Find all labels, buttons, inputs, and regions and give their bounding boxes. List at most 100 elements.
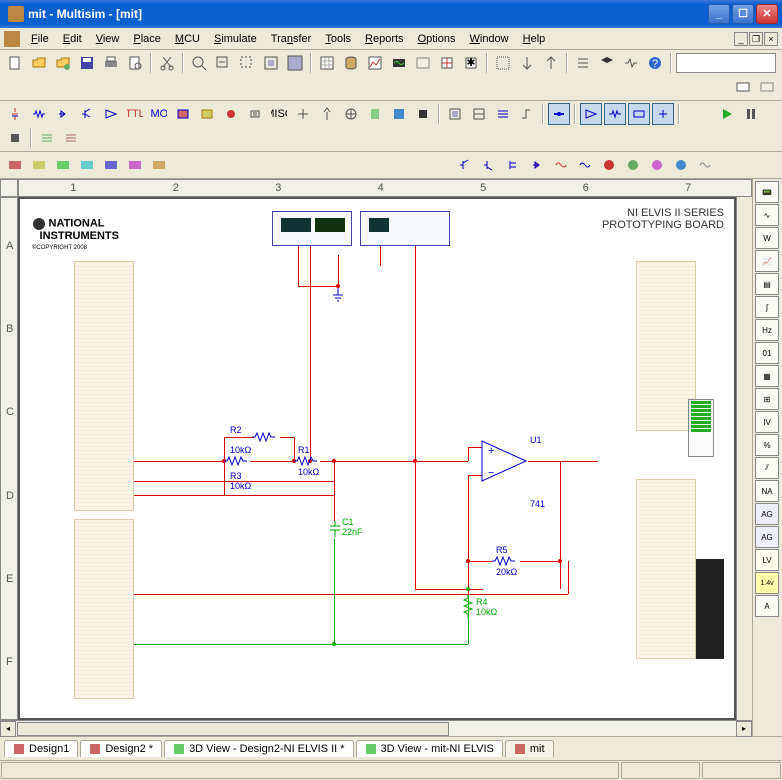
tab-mit[interactable]: mit <box>505 740 554 757</box>
mcu-button[interactable] <box>412 103 434 125</box>
menu-place[interactable]: Place <box>126 30 168 48</box>
settings1-button[interactable] <box>36 127 58 149</box>
resistor-r1[interactable] <box>294 456 320 466</box>
tab-3d-design2[interactable]: 3D View - Design2-NI ELVIS II * <box>164 740 354 757</box>
component-wizard-button[interactable] <box>436 52 458 74</box>
rf-button[interactable] <box>316 103 338 125</box>
electrical-rules-button[interactable] <box>492 52 514 74</box>
menu-simulate[interactable]: Simulate <box>207 30 264 48</box>
menu-file[interactable]: File <box>24 30 56 48</box>
resistor-r5[interactable] <box>492 556 518 566</box>
elvis-7-button[interactable] <box>148 154 170 176</box>
instr-4ch-scope[interactable]: ▤ <box>755 273 779 295</box>
instr-logic-conv[interactable]: ⊞ <box>755 388 779 410</box>
probe-10-button[interactable] <box>670 154 692 176</box>
menu-view[interactable]: View <box>89 30 127 48</box>
diode-button[interactable] <box>52 103 74 125</box>
basic-button[interactable] <box>28 103 50 125</box>
inuse-list-button[interactable] <box>572 52 594 74</box>
menu-edit[interactable]: Edit <box>56 30 89 48</box>
horizontal-scrollbar[interactable]: ◂ ▸ <box>0 720 752 736</box>
menu-transfer[interactable]: Transfer <box>264 30 319 48</box>
print-preview-button[interactable] <box>124 52 146 74</box>
stop-button[interactable] <box>4 127 26 149</box>
analog-button[interactable] <box>100 103 122 125</box>
probe-7-button[interactable] <box>598 154 620 176</box>
probe-6-button[interactable] <box>574 154 596 176</box>
instr-spectrum[interactable]: ⫽ <box>755 457 779 479</box>
misc-digital-button[interactable] <box>172 103 194 125</box>
instr-network[interactable]: NA <box>755 480 779 502</box>
transistor-button[interactable] <box>76 103 98 125</box>
forward-annotate-button[interactable] <box>540 52 562 74</box>
zoom-area-button[interactable] <box>236 52 258 74</box>
instr-logic-analyzer[interactable]: ▦ <box>755 365 779 387</box>
mdi-minimize-button[interactable]: _ <box>734 32 748 46</box>
proto-strip-right-bottom[interactable] <box>636 479 696 659</box>
proto-strip-left-top[interactable] <box>74 261 134 511</box>
junction-button[interactable] <box>516 103 538 125</box>
instr-agilent2[interactable]: AG <box>755 526 779 548</box>
tab-design2[interactable]: Design2 * <box>80 740 162 757</box>
menu-reports[interactable]: Reports <box>358 30 411 48</box>
scroll-thumb[interactable] <box>17 722 449 736</box>
interactive4-button[interactable] <box>628 103 650 125</box>
elvis-3-button[interactable] <box>52 154 74 176</box>
instr-wattmeter[interactable]: W <box>755 227 779 249</box>
menu-tools[interactable]: Tools <box>318 30 358 48</box>
interactive5-button[interactable] <box>652 103 674 125</box>
proto-strip-right-top[interactable] <box>636 261 696 431</box>
menu-options[interactable]: Options <box>411 30 463 48</box>
schematic-canvas[interactable]: NATIONAL INSTRUMENTS ©COPYRIGHT 2008 NI … <box>18 197 736 720</box>
mixed-button[interactable] <box>196 103 218 125</box>
misc-button[interactable]: MISC <box>268 103 290 125</box>
interactive2-button[interactable] <box>580 103 602 125</box>
elvis-button[interactable] <box>732 76 754 98</box>
mdi-close-button[interactable]: × <box>764 32 778 46</box>
instr-current[interactable]: A <box>755 595 779 617</box>
grapher-button[interactable] <box>364 52 386 74</box>
instr-volt[interactable]: 1.4v <box>755 572 779 594</box>
scroll-right-button[interactable]: ▸ <box>736 721 752 737</box>
scroll-left-button[interactable]: ◂ <box>0 721 16 737</box>
resistor-r2[interactable] <box>252 432 278 442</box>
breadboard-button[interactable] <box>412 52 434 74</box>
instr-wordgen[interactable]: 01 <box>755 342 779 364</box>
back-annotate-button[interactable] <box>516 52 538 74</box>
menu-mcu[interactable]: MCU <box>168 30 207 48</box>
vertical-scrollbar[interactable] <box>736 197 752 720</box>
power-button[interactable] <box>244 103 266 125</box>
instr-scope[interactable]: 📈 <box>755 250 779 272</box>
tab-3d-mit[interactable]: 3D View - mit-NI ELVIS <box>356 740 503 757</box>
instr-labview[interactable]: LV <box>755 549 779 571</box>
ground-symbol[interactable] <box>330 287 346 303</box>
probe-3-button[interactable] <box>502 154 524 176</box>
probe-5-button[interactable] <box>550 154 572 176</box>
settings2-button[interactable] <box>60 127 82 149</box>
hierarch2-button[interactable] <box>468 103 490 125</box>
indicator-button[interactable] <box>220 103 242 125</box>
probe-1-button[interactable] <box>454 154 476 176</box>
interactive1-button[interactable] <box>548 103 570 125</box>
elvis-2-button[interactable] <box>28 154 50 176</box>
probe-9-button[interactable] <box>646 154 668 176</box>
instr-agilent1[interactable]: AG <box>755 503 779 525</box>
help-button[interactable]: ? <box>644 52 666 74</box>
edu-button[interactable] <box>596 52 618 74</box>
spreadsheet-button[interactable] <box>316 52 338 74</box>
instr-freq[interactable]: Hz <box>755 319 779 341</box>
electromech-button[interactable] <box>340 103 362 125</box>
ladder-button[interactable] <box>620 52 642 74</box>
probe-2-button[interactable] <box>478 154 500 176</box>
menu-window[interactable]: Window <box>462 30 515 48</box>
minimize-button[interactable]: _ <box>708 4 730 24</box>
dark-connector[interactable] <box>696 559 724 659</box>
instr-multimeter[interactable]: 📟 <box>755 181 779 203</box>
advanced-button[interactable] <box>292 103 314 125</box>
hierarch1-button[interactable] <box>444 103 466 125</box>
probe-4-button[interactable] <box>526 154 548 176</box>
source-button[interactable] <box>4 103 26 125</box>
interactive3-button[interactable] <box>604 103 626 125</box>
ladder2-button[interactable] <box>364 103 386 125</box>
pause-button[interactable] <box>740 103 762 125</box>
